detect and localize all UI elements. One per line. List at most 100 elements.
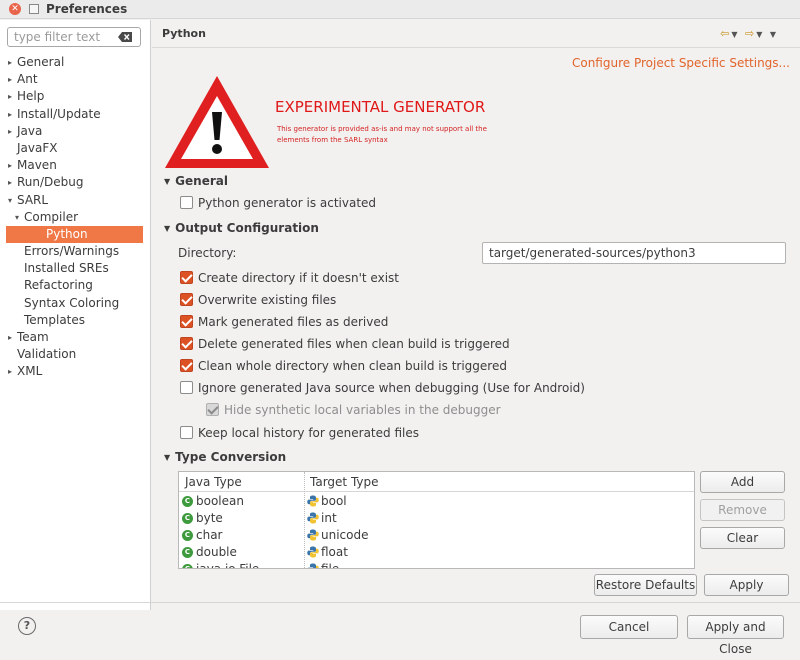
tree-item-installed-sres[interactable]: Installed SREs: [0, 260, 150, 277]
preferences-tree-panel: ▸ General ▸ Ant ▸ Help ▸ Install/Update ▸ Java Jav…: [0, 20, 151, 610]
clear-filter-icon[interactable]: [118, 32, 132, 42]
collapsed-chevron-icon[interactable]: ▸: [8, 106, 12, 123]
option-label: Ignore generated Java source when debugg…: [198, 381, 585, 395]
option-label: Create directory if it doesn't exist: [198, 271, 399, 285]
tree-item-python[interactable]: Python: [6, 225, 143, 244]
keep-local-history-for-generated-files-checkbox[interactable]: [180, 426, 193, 439]
target-type-cell: unicode: [321, 528, 369, 542]
delete-generated-files-when-clean-build-is-triggered-checkbox[interactable]: [180, 337, 193, 350]
collapsed-chevron-icon[interactable]: ▸: [8, 329, 12, 346]
tree-item-label: Maven: [17, 158, 57, 173]
clear-types-button[interactable]: Clear: [700, 527, 785, 549]
tree-item-run-debug[interactable]: ▸ Run/Debug: [0, 174, 150, 191]
create-directory-if-it-doesn-t-exist-option[interactable]: Create directory if it doesn't exist: [180, 269, 399, 287]
table-row[interactable]: Cjava.io.File file: [179, 561, 694, 568]
hide-synthetic-local-variables-in-the-debugger-checkbox: [206, 403, 219, 416]
target-type-cell: float: [321, 545, 348, 559]
directory-input[interactable]: [482, 242, 786, 264]
collapsed-chevron-icon[interactable]: ▸: [8, 123, 12, 140]
tree-item-javafx[interactable]: JavaFX: [0, 140, 150, 157]
tree-item-sarl[interactable]: ▾ SARL: [0, 192, 150, 209]
header-divider: [152, 47, 800, 48]
tree-item-label: SARL: [17, 192, 49, 207]
window-title: Preferences: [46, 2, 128, 16]
tree-item-team[interactable]: ▸ Team: [0, 329, 150, 346]
configure-project-settings-link[interactable]: Configure Project Specific Settings...: [572, 56, 790, 70]
back-arrow-icon[interactable]: ⇦: [720, 27, 731, 40]
output-configuration-section-header[interactable]: ▼ Output Configuration: [164, 221, 319, 235]
tree-item-label: JavaFX: [17, 140, 58, 155]
remove-type-button[interactable]: Remove: [700, 499, 785, 521]
collapse-chevron-icon: ▼: [164, 177, 171, 186]
python-generator-activated-checkbox[interactable]: [180, 196, 193, 209]
collapsed-chevron-icon[interactable]: ▸: [8, 157, 12, 174]
collapsed-chevron-icon[interactable]: ▸: [8, 54, 12, 71]
table-row[interactable]: Cbyte int: [179, 510, 694, 527]
type-conversion-table[interactable]: Java Type Target Type Cboolean bool Cbyte i…: [178, 471, 695, 569]
tree-item-validation[interactable]: Validation: [0, 346, 150, 363]
expanded-chevron-icon[interactable]: ▾: [15, 209, 19, 226]
tree-item-label: Refactoring: [24, 278, 93, 293]
type-conversion-section-header[interactable]: ▼ Type Conversion: [164, 450, 286, 464]
expanded-chevron-icon[interactable]: ▾: [8, 192, 12, 209]
view-menu-chevron-icon[interactable]: ▼: [770, 30, 778, 39]
create-directory-if-it-doesn-t-exist-checkbox[interactable]: [180, 271, 193, 284]
collapsed-chevron-icon[interactable]: ▸: [8, 363, 12, 380]
cancel-button[interactable]: Cancel: [580, 615, 678, 639]
tree-item-install-update[interactable]: ▸ Install/Update: [0, 106, 150, 123]
tree-item-refactoring[interactable]: Refactoring: [0, 277, 150, 294]
ignore-generated-java-source-when-debugging-use-for-android-checkbox[interactable]: [180, 381, 193, 394]
python-icon: [307, 563, 319, 568]
table-row[interactable]: Cdouble float: [179, 544, 694, 561]
python-generator-activated-option[interactable]: Python generator is activated: [180, 194, 376, 212]
forward-menu-chevron-icon[interactable]: ▼: [756, 30, 764, 39]
tree-item-java[interactable]: ▸ Java: [0, 123, 150, 140]
table-row[interactable]: Cchar unicode: [179, 527, 694, 544]
apply-and-close-button[interactable]: Apply and Close: [687, 615, 784, 656]
column-header-target-type[interactable]: Target Type: [310, 475, 379, 489]
tree-item-ant[interactable]: ▸ Ant: [0, 71, 150, 88]
back-menu-chevron-icon[interactable]: ▼: [731, 30, 739, 39]
tree-item-compiler[interactable]: ▾ Compiler: [0, 209, 150, 226]
maximize-window-icon[interactable]: [29, 4, 39, 14]
tree-item-label: Ant: [17, 72, 38, 87]
tree-item-label: Errors/Warnings: [24, 244, 120, 259]
tree-item-label: Compiler: [24, 209, 79, 224]
tree-item-general[interactable]: ▸ General: [0, 54, 150, 71]
option-label: Keep local history for generated files: [198, 426, 419, 440]
tree-item-label: Team: [17, 330, 49, 344]
delete-generated-files-when-clean-build-is-triggered-option[interactable]: Delete generated files when clean build …: [180, 335, 510, 353]
clean-whole-directory-when-clean-build-is-triggered-checkbox[interactable]: [180, 359, 193, 372]
column-header-java-type[interactable]: Java Type: [185, 475, 242, 489]
tree-item-label: XML: [17, 364, 43, 379]
collapsed-chevron-icon[interactable]: ▸: [8, 71, 12, 88]
mark-generated-files-as-derived-option[interactable]: Mark generated files as derived: [180, 313, 388, 331]
tree-item-maven[interactable]: ▸ Maven: [0, 157, 150, 174]
table-row[interactable]: Cboolean bool: [179, 493, 694, 510]
add-type-button[interactable]: Add: [700, 471, 785, 493]
experimental-generator-title: EXPERIMENTAL GENERATOR: [275, 98, 486, 116]
tree-item-templates[interactable]: Templates: [0, 312, 150, 329]
collapsed-chevron-icon[interactable]: ▸: [8, 88, 12, 105]
close-window-icon[interactable]: ✕: [9, 3, 21, 15]
mark-generated-files-as-derived-checkbox[interactable]: [180, 315, 193, 328]
clean-whole-directory-when-clean-build-is-triggered-option[interactable]: Clean whole directory when clean build i…: [180, 357, 507, 375]
collapsed-chevron-icon[interactable]: ▸: [8, 174, 12, 191]
java-type-cell: double: [196, 545, 237, 559]
keep-local-history-for-generated-files-option[interactable]: Keep local history for generated files: [180, 424, 419, 442]
filter-input[interactable]: [12, 28, 112, 46]
ignore-generated-java-source-when-debugging-use-for-android-option[interactable]: Ignore generated Java source when debugg…: [180, 379, 585, 397]
tree-item-syntax-coloring[interactable]: Syntax Coloring: [0, 295, 150, 312]
tree-item-xml[interactable]: ▸ XML: [0, 363, 150, 380]
forward-arrow-icon[interactable]: ⇨: [745, 27, 756, 40]
collapse-chevron-icon: ▼: [164, 224, 171, 233]
tree-item-help[interactable]: ▸ Help: [0, 88, 150, 105]
overwrite-existing-files-checkbox[interactable]: [180, 293, 193, 306]
general-section-header[interactable]: ▼ General: [164, 174, 228, 188]
help-icon[interactable]: ?: [18, 617, 36, 635]
tree-item-errors-warnings[interactable]: Errors/Warnings: [0, 243, 150, 260]
restore-defaults-button[interactable]: Restore Defaults: [594, 574, 697, 596]
apply-button[interactable]: Apply: [704, 574, 789, 596]
overwrite-existing-files-option[interactable]: Overwrite existing files: [180, 291, 336, 309]
tree-item-label: Install/Update: [17, 106, 101, 121]
